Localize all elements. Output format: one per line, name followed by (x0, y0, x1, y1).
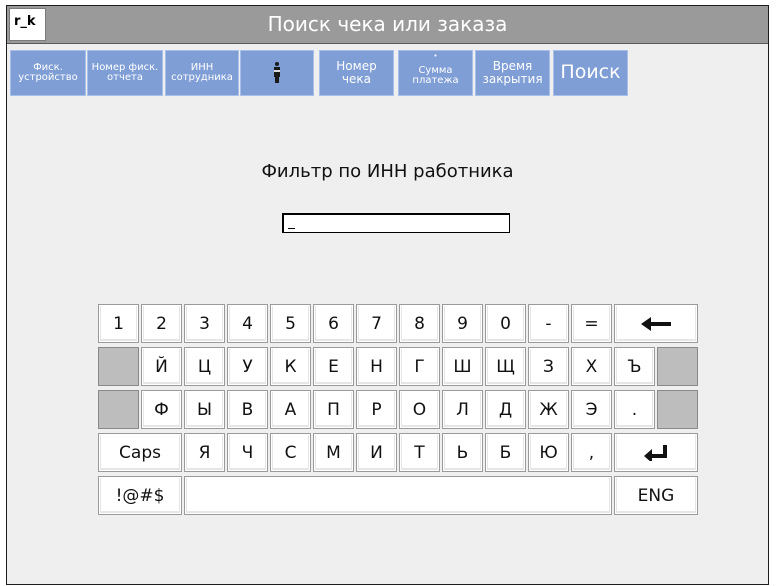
key-letter[interactable]: Д (485, 390, 526, 429)
close-time-button[interactable]: Время закрытия (475, 50, 550, 96)
key-letter[interactable]: В (227, 390, 268, 429)
key-letter[interactable]: Ф (141, 390, 182, 429)
key-letter[interactable]: Б (485, 433, 526, 472)
inn-filter-input[interactable] (282, 213, 510, 233)
text-caret (288, 228, 295, 229)
key-letter[interactable]: З (528, 347, 569, 386)
dot-icon: • (433, 52, 438, 60)
key-letter[interactable]: Ъ (614, 347, 655, 386)
key-letter[interactable]: Г (399, 347, 440, 386)
enter-icon (644, 444, 667, 461)
window-title: Поиск чека или заказа (267, 12, 508, 36)
key-4[interactable]: 4 (227, 304, 268, 343)
key-letter[interactable]: Р (356, 390, 397, 429)
key-blank-right (657, 347, 698, 386)
payment-sum-button[interactable]: • Сумма платежа (398, 50, 473, 96)
key-letter[interactable]: С (270, 433, 311, 472)
key-letter[interactable]: Я (184, 433, 225, 472)
key-letter[interactable]: Н (356, 347, 397, 386)
filter-title: Фильтр по ИНН работника (261, 161, 514, 182)
cashier-button[interactable] (240, 50, 314, 96)
key-8[interactable]: 8 (399, 304, 440, 343)
backspace-key[interactable] (614, 304, 698, 343)
caps-key[interactable]: Caps (98, 433, 182, 472)
key-6[interactable]: 6 (313, 304, 354, 343)
key-blank-left (98, 390, 139, 429)
key-7[interactable]: 7 (356, 304, 397, 343)
title-bar: Поиск чека или заказа r_k (7, 6, 768, 44)
key-1[interactable]: 1 (98, 304, 139, 343)
key-letter[interactable]: Ц (184, 347, 225, 386)
key-letter[interactable]: Ь (442, 433, 483, 472)
key-letter[interactable]: Щ (485, 347, 526, 386)
key-letter[interactable]: П (313, 390, 354, 429)
key-letter[interactable]: Е (313, 347, 354, 386)
key-letter[interactable]: К (270, 347, 311, 386)
key-letter[interactable]: Л (442, 390, 483, 429)
fiscal-report-button[interactable]: Номер фиск. отчета (87, 50, 163, 96)
fiscal-device-button[interactable]: Фиск. устройство (10, 50, 86, 96)
language-key[interactable]: ENG (614, 476, 698, 515)
window: Поиск чека или заказа r_k Фиск. устройст… (6, 5, 769, 585)
key-letter[interactable]: Э (571, 390, 612, 429)
enter-key[interactable] (614, 433, 698, 472)
key-9[interactable]: 9 (442, 304, 483, 343)
key-blank-right (657, 390, 698, 429)
search-button[interactable]: Поиск (553, 50, 628, 96)
key-letter[interactable]: И (356, 433, 397, 472)
key-letter[interactable]: Ж (528, 390, 569, 429)
key-letter[interactable]: О (399, 390, 440, 429)
key-3[interactable]: 3 (184, 304, 225, 343)
key-letter[interactable]: У (227, 347, 268, 386)
key-letter[interactable]: М (313, 433, 354, 472)
user-badge[interactable]: r_k (9, 8, 46, 41)
person-icon (272, 62, 282, 84)
key-letter[interactable]: Х (571, 347, 612, 386)
key-blank-left (98, 347, 139, 386)
key-minus[interactable]: - (528, 304, 569, 343)
key-letter[interactable]: Ч (227, 433, 268, 472)
key-5[interactable]: 5 (270, 304, 311, 343)
key-letter[interactable]: Ю (528, 433, 569, 472)
space-key[interactable] (184, 476, 612, 515)
key-comma[interactable]: , (571, 433, 612, 472)
employee-inn-button[interactable]: ИНН сотрудника (165, 50, 239, 96)
key-equals[interactable]: = (571, 304, 612, 343)
symbols-key[interactable]: !@#$ (98, 476, 182, 515)
key-letter[interactable]: Ы (184, 390, 225, 429)
key-letter[interactable]: Т (399, 433, 440, 472)
arrow-left-icon (641, 316, 671, 331)
key-0[interactable]: 0 (485, 304, 526, 343)
on-screen-keyboard: 1 2 3 4 5 6 7 8 9 0 - = Й Ц У К Е Н Г Ш … (98, 304, 707, 541)
key-letter[interactable]: А (270, 390, 311, 429)
key-period[interactable]: . (614, 390, 655, 429)
receipt-number-button[interactable]: Номер чека (319, 50, 394, 96)
key-letter[interactable]: Й (141, 347, 182, 386)
key-2[interactable]: 2 (141, 304, 182, 343)
key-letter[interactable]: Ш (442, 347, 483, 386)
